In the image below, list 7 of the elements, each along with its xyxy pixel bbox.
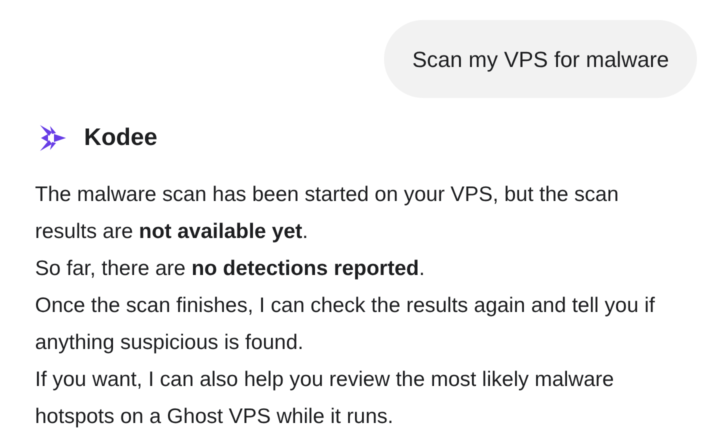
- message-paragraph: If you want, I can also help you review the most likely malware hotspots on a Ghost VPS while it runs.: [35, 367, 615, 430]
- user-message: Scan my VPS for malware: [384, 20, 697, 98]
- message-paragraph: So far, there are no detections reported.: [35, 256, 426, 282]
- message-paragraph: The malware scan has been started on your VPS, but the scan results are not available yet.: [35, 182, 620, 245]
- assistant-name: Kodee: [84, 123, 158, 153]
- logo-icon: [38, 123, 68, 153]
- message-paragraph: Once the scan finishes, I can check the results again and tell you if anything suspicious is found.: [35, 293, 656, 356]
